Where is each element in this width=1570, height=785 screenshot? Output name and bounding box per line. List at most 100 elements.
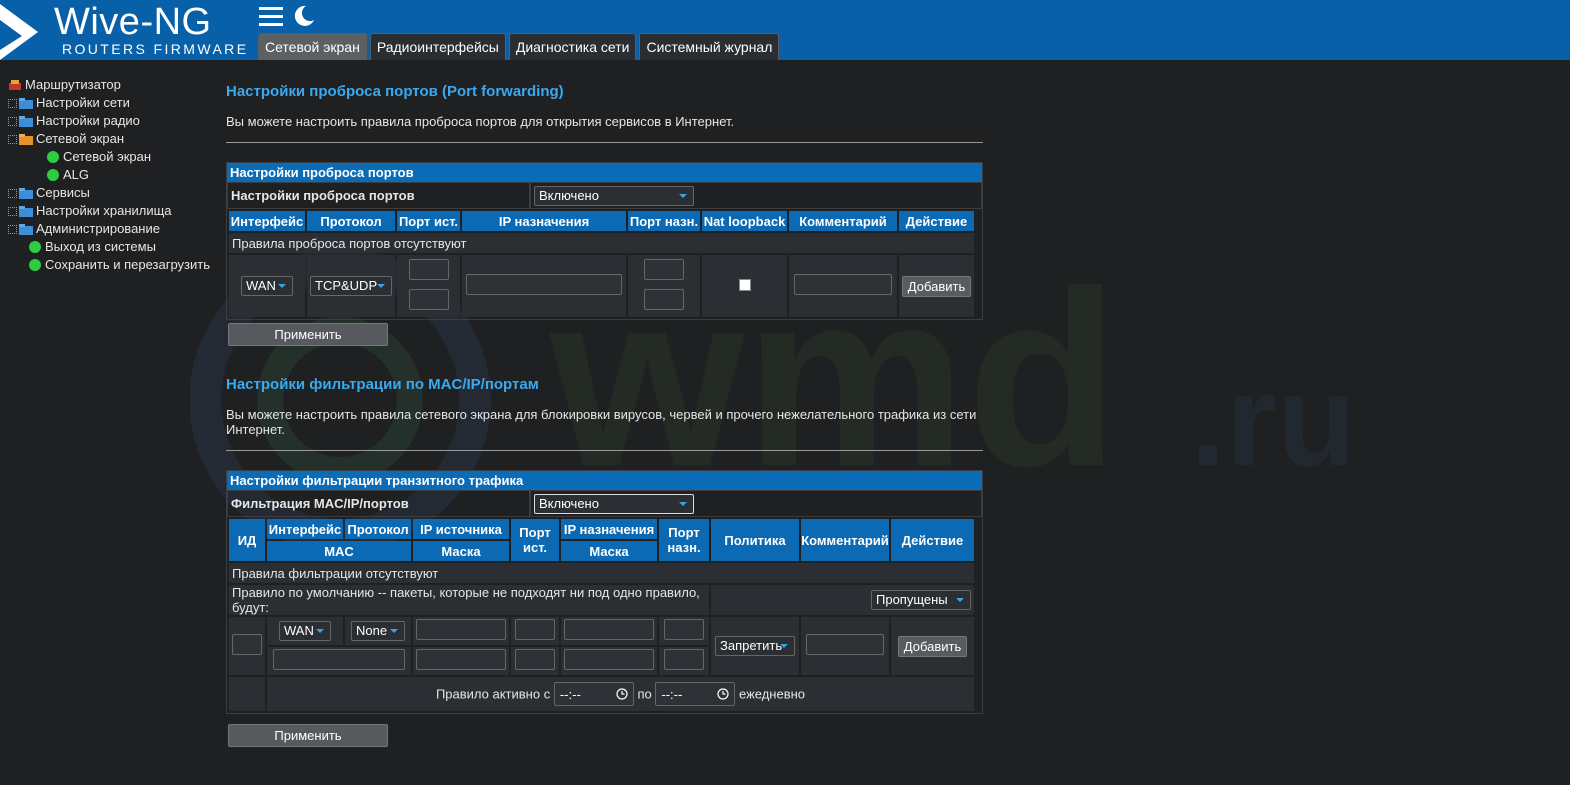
tree-label: Сохранить и перезагрузить bbox=[45, 257, 210, 272]
col-header: Комментарий bbox=[801, 519, 889, 561]
ff-comment-input[interactable] bbox=[806, 634, 884, 655]
tree-label: Администрирование bbox=[36, 221, 160, 236]
tree-item-services[interactable]: Сервисы bbox=[8, 184, 210, 202]
ff-enable-label: Фильтрация MAC/IP/портов bbox=[227, 490, 530, 517]
sidebar-tree: Маршрутизатор Настройки сети Настройки р… bbox=[8, 76, 210, 274]
tree-label: Сетевой экран bbox=[63, 149, 152, 164]
page-icon bbox=[47, 169, 59, 181]
top-header: Wive-NG ROUTERS FIRMWARE Сетевой экран Р… bbox=[0, 0, 1570, 60]
pf-enable-select[interactable]: Включено bbox=[534, 185, 694, 206]
ff-caption: Настройки фильтрации транзитного трафика bbox=[227, 471, 982, 490]
time-placeholder: --:-- bbox=[661, 686, 683, 702]
collapse-icon[interactable] bbox=[8, 134, 17, 144]
pf-title: Настройки проброса портов (Port forwardi… bbox=[226, 83, 564, 100]
time-placeholder: --:-- bbox=[559, 686, 581, 702]
tab-diagnostics[interactable]: Диагностика сети bbox=[508, 33, 637, 60]
ff-mac-input[interactable] bbox=[273, 649, 405, 670]
divider bbox=[226, 450, 983, 451]
ff-settings-table: Настройки фильтрации транзитного трафика… bbox=[226, 470, 983, 714]
ff-src-ip-input[interactable] bbox=[416, 619, 506, 640]
col-header: Протокол bbox=[345, 519, 411, 539]
tree-label: Выход из системы bbox=[45, 239, 156, 254]
tree-label: Настройки сети bbox=[36, 95, 130, 110]
tab-syslog[interactable]: Системный журнал bbox=[639, 33, 780, 60]
ff-iface-select[interactable]: WAN bbox=[279, 621, 331, 641]
tree-label: Сетевой экран bbox=[36, 131, 125, 146]
col-header: Порт назн. bbox=[659, 519, 709, 561]
col-header: Порт ист. bbox=[397, 211, 460, 231]
pf-caption: Настройки проброса портов bbox=[227, 163, 982, 182]
ff-dst-mask-input[interactable] bbox=[564, 649, 654, 670]
ff-policy-select[interactable]: Запретить bbox=[715, 636, 795, 656]
ff-src-port-input[interactable] bbox=[515, 619, 555, 640]
col-header: IP назначения bbox=[561, 519, 657, 539]
tree-item-radio[interactable]: Настройки радио bbox=[8, 112, 210, 130]
brand-title: Wive-NG bbox=[54, 1, 212, 43]
pf-src-port-from[interactable] bbox=[408, 259, 449, 280]
ff-time-from-input[interactable]: --:-- bbox=[553, 682, 634, 706]
tree-item-alg[interactable]: ALG bbox=[8, 166, 210, 184]
tree-item-firewall[interactable]: Сетевой экран bbox=[8, 130, 210, 148]
expand-icon[interactable] bbox=[8, 206, 17, 216]
tree-item-network[interactable]: Настройки сети bbox=[8, 94, 210, 112]
expand-icon[interactable] bbox=[8, 224, 17, 234]
ff-proto-select[interactable]: None bbox=[351, 621, 405, 641]
expand-icon[interactable] bbox=[8, 98, 17, 108]
pf-nat-loopback-checkbox[interactable] bbox=[738, 278, 751, 291]
col-header: Интерфейс bbox=[267, 519, 343, 539]
ff-dst-port-input[interactable] bbox=[664, 619, 704, 640]
ff-rules-table: ИД Интерфейс Протокол IP источника Порт … bbox=[227, 517, 976, 713]
pf-proto-select[interactable]: TCP&UDP bbox=[310, 276, 392, 296]
ff-active-from-label: Правило активно с bbox=[435, 686, 551, 702]
tree-item-storage[interactable]: Настройки хранилища bbox=[8, 202, 210, 220]
ff-to-label: по bbox=[637, 686, 652, 702]
pf-dst-port-to[interactable] bbox=[644, 289, 684, 310]
tree-label: ALG bbox=[63, 167, 90, 182]
pf-rules-table: Интерфейс Протокол Порт ист. IP назначен… bbox=[227, 209, 976, 319]
ff-src-mask-input[interactable] bbox=[416, 649, 506, 670]
brand-subtitle: ROUTERS FIRMWARE bbox=[62, 41, 249, 57]
tree-item-firewall-page[interactable]: Сетевой экран bbox=[8, 148, 210, 166]
tree-item-logout[interactable]: Выход из системы bbox=[8, 238, 210, 256]
pf-comment-input[interactable] bbox=[794, 274, 892, 295]
ff-title: Настройки фильтрации по MAC/IP/портам bbox=[226, 376, 539, 393]
clock-icon bbox=[717, 688, 729, 700]
pf-add-button[interactable]: Добавить bbox=[901, 275, 972, 297]
ff-apply-button[interactable]: Применить bbox=[228, 724, 388, 747]
pf-settings-table: Настройки проброса портов Настройки проб… bbox=[226, 162, 983, 320]
pf-desc: Вы можете настроить правила проброса пор… bbox=[226, 114, 735, 129]
tab-radio[interactable]: Радиоинтерфейсы bbox=[369, 33, 506, 60]
col-header: Порт ист. bbox=[511, 519, 559, 561]
pf-src-port-to[interactable] bbox=[408, 289, 449, 310]
ff-dst-port-to-input[interactable] bbox=[664, 649, 704, 670]
expand-icon[interactable] bbox=[8, 188, 17, 198]
pf-dst-port-from[interactable] bbox=[644, 259, 684, 280]
router-icon bbox=[9, 80, 21, 90]
ff-id-input[interactable] bbox=[232, 634, 262, 655]
ff-default-policy-select[interactable]: Пропущены bbox=[871, 590, 971, 610]
col-header: Маска bbox=[561, 541, 657, 561]
ff-desc: Вы можете настроить правила сетевого экр… bbox=[226, 407, 977, 437]
tree-item-admin[interactable]: Администрирование bbox=[8, 220, 210, 238]
main-content: Настройки проброса портов (Port forwardi… bbox=[226, 80, 986, 747]
ff-enable-select[interactable]: Включено bbox=[534, 493, 694, 514]
menu-icon[interactable] bbox=[258, 4, 284, 28]
col-header: Действие bbox=[891, 519, 974, 561]
col-header: ИД bbox=[229, 519, 265, 561]
tree-root[interactable]: Маршрутизатор bbox=[8, 76, 210, 94]
ff-src-port-to-input[interactable] bbox=[515, 649, 555, 670]
pf-dst-ip-input[interactable] bbox=[466, 274, 622, 295]
pf-apply-button[interactable]: Применить bbox=[228, 323, 388, 346]
tab-firewall[interactable]: Сетевой экран bbox=[258, 33, 367, 60]
col-header: Комментарий bbox=[789, 211, 897, 231]
svg-text:.ru: .ru bbox=[1190, 347, 1356, 493]
pf-iface-select[interactable]: WAN bbox=[241, 276, 293, 296]
ff-add-button[interactable]: Добавить bbox=[897, 635, 968, 657]
col-header: MAC bbox=[267, 541, 411, 561]
col-header: Интерфейс bbox=[229, 211, 305, 231]
ff-time-to-input[interactable]: --:-- bbox=[655, 682, 736, 706]
moon-icon[interactable] bbox=[292, 4, 316, 28]
expand-icon[interactable] bbox=[8, 116, 17, 126]
ff-dst-ip-input[interactable] bbox=[564, 619, 654, 640]
tree-item-save-reboot[interactable]: Сохранить и перезагрузить bbox=[8, 256, 210, 274]
